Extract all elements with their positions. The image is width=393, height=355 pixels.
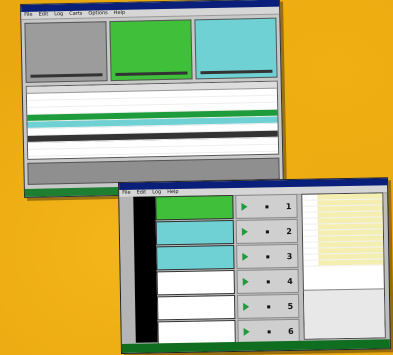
cart-number: 1	[285, 201, 292, 211]
cart-number: 6	[287, 326, 294, 336]
progress-bar	[30, 73, 103, 78]
deck-panel-3[interactable]	[194, 17, 278, 80]
cart-wall-window: File Edit Log Help 1 2 3 4 5 6	[118, 177, 391, 354]
cart-list	[155, 194, 236, 346]
deck-panels	[21, 15, 280, 86]
stop-icon[interactable]	[265, 229, 269, 233]
menu-log[interactable]: Log	[54, 11, 63, 18]
main-log-window: File Edit Log Carts Options Help	[20, 0, 285, 198]
library-row[interactable]	[303, 259, 384, 267]
cart-slot-4[interactable]	[156, 269, 235, 296]
menu-options[interactable]: Options	[88, 10, 107, 17]
menu-edit[interactable]: Edit	[39, 11, 49, 18]
play-icon[interactable]	[241, 227, 248, 236]
cart-slot-5[interactable]	[157, 294, 236, 321]
cart-control-2[interactable]: 2	[235, 218, 299, 244]
log-list	[25, 80, 280, 164]
cart-control-5[interactable]: 5	[236, 293, 300, 319]
play-icon[interactable]	[241, 202, 248, 211]
library-list	[301, 192, 386, 340]
menu-carts[interactable]: Carts	[69, 11, 82, 18]
menu-help[interactable]: Help	[114, 10, 126, 17]
window-title	[21, 16, 24, 22]
stop-icon[interactable]	[266, 304, 270, 308]
cart-number: 5	[287, 301, 294, 311]
cart-number: 2	[286, 226, 292, 236]
stop-icon[interactable]	[266, 279, 270, 283]
deck-panel-1[interactable]	[24, 21, 108, 83]
deck-panel-2[interactable]	[109, 19, 193, 82]
progress-bar	[200, 69, 273, 75]
play-icon[interactable]	[243, 302, 250, 311]
details-pane	[303, 288, 385, 339]
stop-icon[interactable]	[265, 204, 269, 208]
cart-controls: 1 2 3 4 5 6	[235, 193, 300, 344]
menu-file[interactable]: File	[24, 12, 33, 19]
cart-slot-2[interactable]	[155, 219, 235, 246]
play-icon[interactable]	[242, 252, 249, 261]
meter-area	[133, 196, 158, 343]
play-icon[interactable]	[243, 327, 250, 336]
cart-control-4[interactable]: 4	[236, 268, 299, 294]
stop-icon[interactable]	[265, 254, 270, 258]
cart-control-3[interactable]: 3	[236, 243, 299, 269]
cart-number: 3	[286, 251, 293, 261]
cart-slot-1[interactable]	[155, 194, 234, 221]
stop-icon[interactable]	[267, 329, 271, 333]
cart-control-1[interactable]: 1	[235, 193, 298, 219]
cart-slot-3[interactable]	[156, 244, 235, 271]
progress-bar	[115, 71, 188, 77]
play-icon[interactable]	[242, 277, 249, 286]
cart-number: 4	[287, 276, 293, 286]
